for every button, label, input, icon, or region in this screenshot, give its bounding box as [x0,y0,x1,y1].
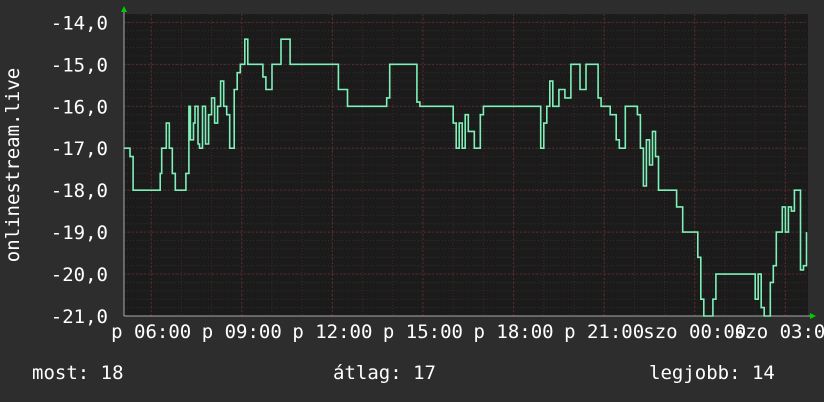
stat-best: legjobb: 14 [649,362,775,384]
x-tick-label: p 18:00 [474,321,554,343]
x-tick-label: p 15:00 [383,321,463,343]
x-tick-label: p 09:00 [202,321,282,343]
y-tick-label: -14,0 [51,12,108,34]
x-tick-label: p 06:00 [111,321,191,343]
y-tick-label: -21,0 [51,306,108,328]
y-tick-label: -19,0 [51,222,108,244]
x-tick-label: p 21:00 [564,321,644,343]
y-tick-label: -16,0 [51,96,108,118]
chart-svg: -14,0 -15,0 -16,0 -17,0 -18,0 -19,0 -20,0 -21,0… [2,6,824,343]
y-tick-label: -15,0 [51,54,108,76]
y-tick-label: -18,0 [51,180,108,202]
y-axis-label: onlinestream.live [2,68,24,262]
stat-current: most: 18 [32,362,124,384]
y-tick-label: -20,0 [51,264,108,286]
chart-container: -14,0 -15,0 -16,0 -17,0 -18,0 -19,0 -20,0 -21,0… [0,0,824,402]
x-tick-label: szo 03:00 [734,321,824,343]
x-tick-label: szo 00:00 [643,321,746,343]
stat-average: átlag: 17 [333,362,436,384]
x-axis-arrow-icon [810,313,816,319]
x-tick-label: p 12:00 [292,321,372,343]
y-tick-label: -17,0 [51,138,108,160]
y-axis-arrow-icon [121,6,127,12]
